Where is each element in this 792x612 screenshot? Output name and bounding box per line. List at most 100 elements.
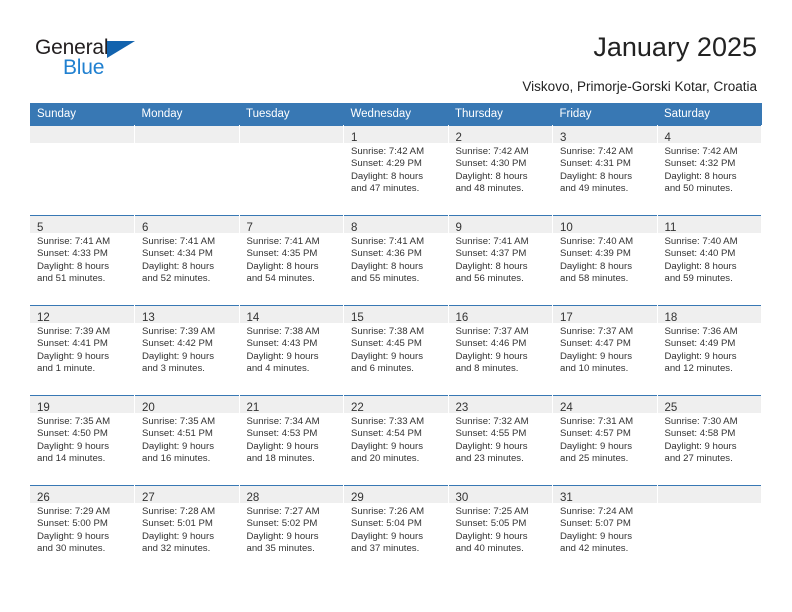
day-number-band: 12 (30, 306, 134, 324)
calendar-day-cell[interactable]: 30 Sunrise: 7:25 AM Sunset: 5:05 PM Dayligh… (448, 485, 553, 575)
calendar-day-cell[interactable]: 6 Sunrise: 7:41 AM Sunset: 4:34 PM Daylight… (134, 215, 240, 306)
day-info-line: Sunrise: 7:42 AM (455, 146, 529, 157)
day-cell-body: Sunrise: 7:34 AM Sunset: 4:53 PM Daylight:… (240, 413, 344, 466)
calendar-day-cell[interactable]: 3 Sunrise: 7:42 AM Sunset: 4:31 PM Daylight… (552, 125, 658, 216)
day-number: 25 (664, 402, 678, 414)
day-info-line: Sunset: 5:04 PM (351, 518, 422, 530)
calendar-week-row: 1 Sunrise: 7:42 AM Sunset: 4:29 PM Daylight… (30, 125, 762, 216)
calendar-day-cell[interactable]: 12 Sunrise: 7:39 AM Sunset: 4:41 PM Dayligh… (30, 305, 135, 396)
day-info-line: Sunset: 4:43 PM (246, 338, 318, 350)
day-number-band: 14 (239, 306, 343, 324)
weekday-header-monday: Monday (134, 103, 239, 126)
calendar-day-cell[interactable]: 19 Sunrise: 7:35 AM Sunset: 4:50 PM Dayligh… (30, 395, 135, 486)
day-cell-body: Sunrise: 7:37 AM Sunset: 4:46 PM Daylight:… (449, 323, 553, 376)
calendar-day-cell[interactable]: 8 Sunrise: 7:41 AM Sunset: 4:36 PM Daylight… (343, 215, 449, 306)
day-number-band: 8 (344, 216, 448, 234)
page-header: General Blue January 2025 Viskovo, Primo… (0, 0, 792, 100)
day-number: 24 (560, 402, 573, 414)
day-info-line: Daylight: 9 hours (37, 440, 109, 452)
day-info-line: Daylight: 8 hours (664, 260, 737, 272)
calendar-day-cell[interactable]: 29 Sunrise: 7:26 AM Sunset: 5:04 PM Dayligh… (343, 485, 449, 575)
day-info-line: Daylight: 9 hours (246, 440, 319, 452)
calendar-day-cell[interactable]: 15 Sunrise: 7:38 AM Sunset: 4:45 PM Dayligh… (343, 305, 449, 396)
day-number: 6 (142, 222, 149, 234)
calendar-day-cell[interactable]: 24 Sunrise: 7:31 AM Sunset: 4:57 PM Dayligh… (552, 395, 658, 486)
day-info-line: and 49 minutes. (560, 183, 629, 195)
brand-logo[interactable]: General Blue (35, 36, 215, 84)
calendar-day-cell[interactable]: 2 Sunrise: 7:42 AM Sunset: 4:30 PM Daylight… (448, 125, 553, 216)
day-cell-body: Sunrise: 7:32 AM Sunset: 4:55 PM Daylight:… (449, 413, 553, 466)
day-info-line: Sunset: 4:39 PM (560, 248, 631, 260)
calendar-day-cell[interactable]: 26 Sunrise: 7:29 AM Sunset: 5:00 PM Dayligh… (30, 485, 135, 575)
calendar-day-cell[interactable]: 22 Sunrise: 7:33 AM Sunset: 4:54 PM Dayligh… (343, 395, 449, 486)
day-info-line: Sunset: 5:02 PM (246, 518, 318, 530)
day-info-line: Sunrise: 7:31 AM (560, 416, 634, 427)
day-info-line: Sunset: 4:54 PM (351, 428, 422, 440)
calendar-day-cell[interactable]: 28 Sunrise: 7:27 AM Sunset: 5:02 PM Dayligh… (239, 485, 344, 575)
day-info-line: Sunset: 5:00 PM (37, 518, 108, 530)
day-info-line: Sunset: 4:46 PM (455, 338, 527, 350)
calendar-day-cell-empty (134, 125, 240, 216)
day-number: 4 (664, 132, 671, 144)
weekday-header-tuesday: Tuesday (239, 103, 344, 126)
calendar-day-cell[interactable]: 23 Sunrise: 7:32 AM Sunset: 4:55 PM Dayligh… (448, 395, 553, 486)
day-info-line: Sunrise: 7:34 AM (246, 416, 320, 427)
day-cell-body: Sunrise: 7:41 AM Sunset: 4:34 PM Daylight:… (135, 233, 239, 286)
day-info-line: Daylight: 8 hours (37, 260, 109, 272)
day-info-line: Daylight: 9 hours (664, 440, 737, 452)
calendar-table: Sunday Monday Tuesday Wednesday Thursday Frid… (30, 103, 762, 575)
day-number: 28 (246, 492, 260, 504)
calendar-day-cell[interactable]: 21 Sunrise: 7:34 AM Sunset: 4:53 PM Dayligh… (239, 395, 344, 486)
day-info-line: Sunrise: 7:42 AM (351, 146, 425, 157)
day-info-line: Daylight: 9 hours (664, 350, 737, 362)
day-info-line: and 18 minutes. (246, 453, 315, 465)
day-info-line: Sunrise: 7:27 AM (246, 506, 320, 517)
day-info-line: and 12 minutes. (664, 363, 733, 375)
calendar-day-cell[interactable]: 1 Sunrise: 7:42 AM Sunset: 4:29 PM Daylight… (343, 125, 449, 216)
weekday-header-wednesday: Wednesday (343, 103, 448, 126)
calendar-week-row: 12 Sunrise: 7:39 AM Sunset: 4:41 PM Dayligh… (30, 305, 762, 396)
day-cell-body: Sunrise: 7:37 AM Sunset: 4:47 PM Daylight:… (553, 323, 657, 376)
day-info-line: Sunset: 4:30 PM (455, 158, 527, 170)
day-info-line: Daylight: 8 hours (560, 260, 632, 272)
day-info-line: Daylight: 9 hours (455, 350, 528, 362)
calendar-day-cell[interactable]: 31 Sunrise: 7:24 AM Sunset: 5:07 PM Dayligh… (552, 485, 658, 575)
calendar-day-cell[interactable]: 11 Sunrise: 7:40 AM Sunset: 4:40 PM Dayligh… (657, 215, 762, 306)
calendar-day-cell[interactable]: 13 Sunrise: 7:39 AM Sunset: 4:42 PM Dayligh… (134, 305, 240, 396)
calendar-day-cell[interactable]: 4 Sunrise: 7:42 AM Sunset: 4:32 PM Daylight… (657, 125, 762, 216)
day-info-line: and 4 minutes. (246, 363, 310, 375)
day-cell-body (240, 143, 344, 146)
day-info-line: Daylight: 8 hours (455, 170, 528, 182)
day-info-line: Sunset: 4:55 PM (455, 428, 527, 440)
calendar-day-cell[interactable]: 14 Sunrise: 7:38 AM Sunset: 4:43 PM Dayligh… (239, 305, 344, 396)
day-number-band: 26 (30, 486, 134, 504)
day-cell-body (135, 143, 239, 146)
day-number-band: 25 (657, 396, 761, 414)
calendar-day-cell[interactable]: 18 Sunrise: 7:36 AM Sunset: 4:49 PM Dayligh… (657, 305, 762, 396)
day-number: 19 (37, 402, 50, 414)
calendar-day-cell[interactable]: 5 Sunrise: 7:41 AM Sunset: 4:33 PM Daylight… (30, 215, 135, 306)
day-info-line: and 3 minutes. (142, 363, 205, 375)
day-number-band: 6 (135, 216, 239, 234)
day-info-line: Daylight: 9 hours (560, 440, 632, 452)
calendar-day-cell[interactable]: 25 Sunrise: 7:30 AM Sunset: 4:58 PM Dayligh… (657, 395, 762, 486)
day-info-line: Sunrise: 7:37 AM (560, 326, 634, 337)
calendar-day-cell[interactable]: 16 Sunrise: 7:37 AM Sunset: 4:46 PM Dayligh… (448, 305, 553, 396)
day-number: 7 (246, 222, 253, 234)
calendar-day-cell[interactable]: 10 Sunrise: 7:40 AM Sunset: 4:39 PM Dayligh… (552, 215, 658, 306)
calendar-day-cell[interactable]: 7 Sunrise: 7:41 AM Sunset: 4:35 PM Daylight… (239, 215, 344, 306)
day-cell-body: Sunrise: 7:25 AM Sunset: 5:05 PM Daylight:… (449, 503, 553, 556)
day-number-band: 19 (30, 396, 134, 414)
calendar-day-cell[interactable]: 27 Sunrise: 7:28 AM Sunset: 5:01 PM Dayligh… (134, 485, 240, 575)
day-cell-body: Sunrise: 7:27 AM Sunset: 5:02 PM Daylight:… (240, 503, 344, 556)
day-number: 26 (37, 492, 50, 504)
day-info-line: Sunset: 4:57 PM (560, 428, 631, 440)
calendar-day-cell[interactable]: 9 Sunrise: 7:41 AM Sunset: 4:37 PM Daylight… (448, 215, 553, 306)
day-info-line: Sunrise: 7:40 AM (664, 236, 738, 247)
calendar-day-cell[interactable]: 20 Sunrise: 7:35 AM Sunset: 4:51 PM Dayligh… (134, 395, 240, 486)
calendar-day-cell[interactable]: 17 Sunrise: 7:37 AM Sunset: 4:47 PM Dayligh… (552, 305, 658, 396)
day-info-line: Sunset: 4:51 PM (142, 428, 213, 440)
day-cell-body: Sunrise: 7:29 AM Sunset: 5:00 PM Daylight:… (30, 503, 134, 556)
day-number-band: 29 (344, 486, 448, 504)
day-number-band: 9 (448, 216, 552, 234)
